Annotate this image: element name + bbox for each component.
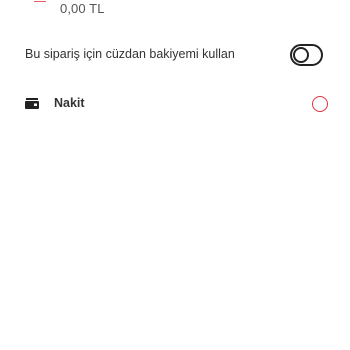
- wallet-usage-row: Bu sipariş için cüzdan bakiyemi kullan: [0, 38, 350, 74]
- toggle-knob: [293, 47, 309, 63]
- wallet-usage-toggle[interactable]: [290, 44, 323, 66]
- payment-method-radio[interactable]: [312, 96, 328, 112]
- wallet-logo-icon: [34, 0, 46, 2]
- payment-method-cash[interactable]: Nakit: [0, 89, 350, 119]
- wallet-balance-row: 0,00 TL: [0, 0, 350, 20]
- wallet-usage-label: Bu sipariş için cüzdan bakiyemi kullan: [25, 47, 235, 61]
- payment-method-label: Nakit: [54, 96, 85, 110]
- cash-icon: [25, 96, 39, 110]
- wallet-balance-amount: 0,00 TL: [60, 1, 105, 16]
